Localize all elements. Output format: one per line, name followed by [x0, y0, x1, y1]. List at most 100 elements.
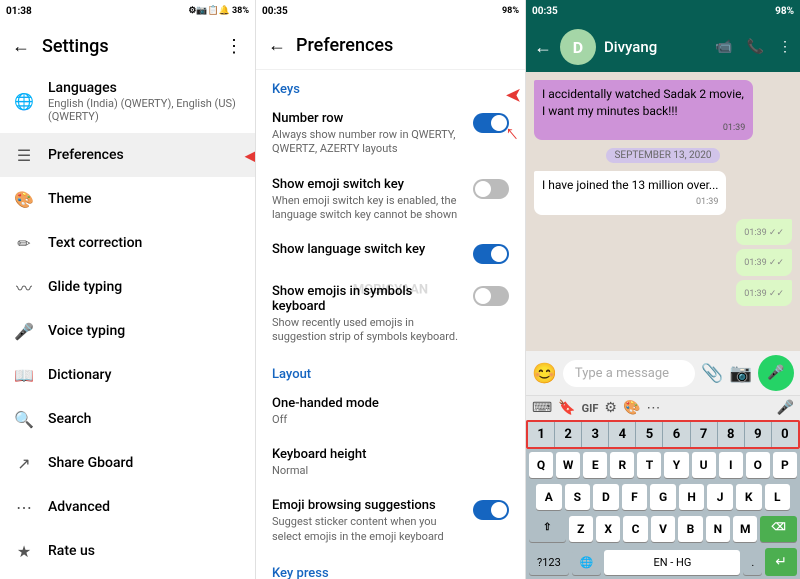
battery-settings: 38%	[232, 6, 249, 16]
sidebar-item-languages[interactable]: 🌐 Languages English (India) (QWERTY), En…	[0, 70, 255, 133]
key-k[interactable]: K	[736, 484, 762, 510]
chat-back-icon[interactable]: ←	[534, 37, 552, 58]
key-t[interactable]: T	[637, 452, 661, 478]
theme-label: Theme	[48, 191, 243, 207]
key-l[interactable]: L	[765, 484, 791, 510]
pref-item-emoji-switch[interactable]: Show emoji switch key When emoji switch …	[256, 167, 525, 233]
key-9[interactable]: 9	[745, 422, 772, 447]
emoji-icon[interactable]: 😊	[532, 361, 557, 385]
key-symbols[interactable]: ?123	[529, 550, 569, 575]
pref-item-lang-switch[interactable]: Show language switch key	[256, 232, 525, 274]
avatar: D	[560, 29, 596, 65]
one-handed-desc: Off	[272, 413, 509, 427]
settings-keyboard-icon[interactable]: ⚙	[604, 400, 617, 416]
key-o[interactable]: O	[746, 452, 770, 478]
key-j[interactable]: J	[707, 484, 733, 510]
menu-icon[interactable]: ⋮	[225, 36, 243, 57]
key-h[interactable]: H	[679, 484, 705, 510]
lang-switch-toggle[interactable]	[473, 244, 509, 264]
back-icon[interactable]: ←	[12, 36, 30, 57]
sidebar-item-search[interactable]: 🔍 Search	[0, 397, 255, 441]
key-5[interactable]: 5	[636, 422, 663, 447]
key-0[interactable]: 0	[772, 422, 798, 447]
voice-typing-label: Voice typing	[48, 323, 243, 339]
keyboard-bottom-row: ?123 🌐 EN - HG . ↵	[526, 545, 800, 579]
key-z[interactable]: Z	[569, 516, 593, 542]
keyboard-icon[interactable]: ⌨	[532, 400, 552, 416]
sidebar-item-preferences[interactable]: ☰ Preferences ◀	[0, 133, 255, 177]
phone-icon[interactable]: 📞	[747, 39, 764, 55]
sidebar-item-glide-typing[interactable]: 〰 Glide typing	[0, 265, 255, 309]
key-e[interactable]: E	[583, 452, 607, 478]
gif-label[interactable]: GIF	[582, 402, 599, 415]
video-call-icon[interactable]: 📹	[715, 39, 732, 55]
key-1[interactable]: 1	[528, 422, 555, 447]
key-v[interactable]: V	[651, 516, 675, 542]
pref-item-number-row[interactable]: Number row Always show number row in QWE…	[256, 101, 525, 167]
sidebar-item-advanced[interactable]: ⋯ Advanced	[0, 485, 255, 529]
pref-item-one-handed[interactable]: One-handed mode Off	[256, 386, 525, 437]
key-4[interactable]: 4	[609, 422, 636, 447]
key-globe[interactable]: 🌐	[572, 550, 602, 575]
pref-back-icon[interactable]: ←	[268, 35, 286, 56]
attach-icon[interactable]: 📎	[701, 363, 723, 384]
key-r[interactable]: R	[610, 452, 634, 478]
text-correction-icon: ✏	[12, 231, 36, 255]
key-3[interactable]: 3	[582, 422, 609, 447]
mic-keyboard-icon[interactable]: 🎤	[777, 400, 794, 416]
sidebar-item-rate-us[interactable]: ★ Rate us	[0, 529, 255, 573]
preferences-icon: ☰	[12, 143, 36, 167]
emojis-symbols-title: Show emojis in symbols keyboard	[272, 284, 465, 314]
chat-header-icons: 📹 📞 ⋮	[715, 39, 792, 55]
key-u[interactable]: U	[692, 452, 716, 478]
key-x[interactable]: X	[596, 516, 620, 542]
pref-item-emoji-browsing[interactable]: Emoji browsing suggestions Suggest stick…	[256, 488, 525, 554]
sidebar-item-theme[interactable]: 🎨 Theme	[0, 177, 255, 221]
key-period[interactable]: .	[743, 550, 762, 575]
key-7[interactable]: 7	[691, 422, 718, 447]
emojis-symbols-toggle[interactable]	[473, 286, 509, 306]
voice-message-button[interactable]: 🎤	[758, 355, 794, 391]
sidebar-item-text-correction[interactable]: ✏ Text correction	[0, 221, 255, 265]
key-s[interactable]: S	[565, 484, 591, 510]
key-y[interactable]: Y	[664, 452, 688, 478]
chat-menu-icon[interactable]: ⋮	[778, 39, 792, 55]
message-input[interactable]: Type a message	[563, 360, 695, 387]
key-q[interactable]: Q	[529, 452, 553, 478]
sidebar-item-dictionary[interactable]: 📖 Dictionary	[0, 353, 255, 397]
key-f[interactable]: F	[622, 484, 648, 510]
theme-icon: 🎨	[12, 187, 36, 211]
key-6[interactable]: 6	[663, 422, 690, 447]
chat-status-bar: 00:35 98%	[526, 0, 800, 22]
key-shift[interactable]: ⇧	[529, 516, 566, 542]
key-n[interactable]: N	[706, 516, 730, 542]
camera-icon[interactable]: 📷	[730, 363, 752, 384]
key-i[interactable]: I	[719, 452, 743, 478]
pref-item-emojis-symbols[interactable]: Show emojis in symbols keyboard Show rec…	[256, 274, 525, 355]
key-c[interactable]: C	[623, 516, 647, 542]
more-keyboard-icon[interactable]: ⋯	[646, 400, 660, 416]
glide-typing-label: Glide typing	[48, 279, 243, 295]
emoji-switch-toggle[interactable]	[473, 179, 509, 199]
emoji-switch-title: Show emoji switch key	[272, 177, 465, 192]
key-b[interactable]: B	[678, 516, 702, 542]
key-a[interactable]: A	[536, 484, 562, 510]
key-d[interactable]: D	[593, 484, 619, 510]
key-enter[interactable]: ↵	[765, 548, 797, 576]
key-backspace[interactable]: ⌫	[760, 516, 797, 542]
key-m[interactable]: M	[733, 516, 757, 542]
rate-us-label: Rate us	[48, 543, 243, 559]
sidebar-item-voice-typing[interactable]: 🎤 Voice typing	[0, 309, 255, 353]
sticker-icon[interactable]: 🔖	[558, 400, 575, 416]
theme-keyboard-icon[interactable]: 🎨	[623, 400, 640, 416]
key-8[interactable]: 8	[718, 422, 745, 447]
pref-status-time: 00:35	[262, 6, 288, 17]
key-2[interactable]: 2	[555, 422, 582, 447]
key-w[interactable]: W	[556, 452, 580, 478]
pref-item-kb-height[interactable]: Keyboard height Normal	[256, 437, 525, 488]
sidebar-item-share-gboard[interactable]: ↗ Share Gboard	[0, 441, 255, 485]
key-g[interactable]: G	[650, 484, 676, 510]
emoji-browsing-toggle[interactable]	[473, 500, 509, 520]
key-space[interactable]: EN - HG	[604, 550, 740, 575]
key-p[interactable]: P	[773, 452, 797, 478]
